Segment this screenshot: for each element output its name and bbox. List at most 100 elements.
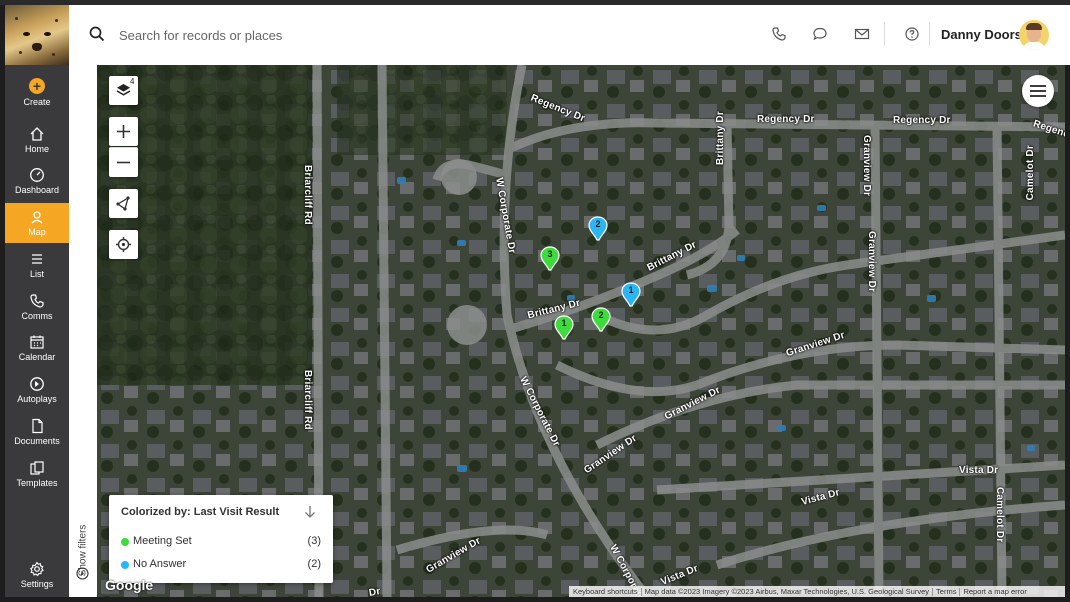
sidebar-item-comms[interactable]: Comms	[5, 293, 69, 321]
arrow-down-icon[interactable]	[304, 505, 316, 519]
sidebar-item-label: Map	[28, 227, 46, 237]
street-label: Vista Dr	[959, 465, 999, 476]
terms-link[interactable]: Terms	[936, 587, 956, 596]
phone-icon	[30, 294, 44, 308]
sidebar-item-documents[interactable]: Documents	[5, 418, 69, 446]
chat-icon[interactable]	[812, 26, 828, 42]
sidebar-item-label: List	[29, 269, 44, 279]
search-icon[interactable]	[89, 26, 105, 42]
search-input[interactable]	[119, 24, 439, 46]
autoplay-icon	[30, 377, 44, 391]
street-label: Brittany Dr	[715, 111, 726, 165]
document-icon	[32, 418, 43, 434]
pin-label: 2	[598, 310, 604, 320]
legend-item-label: Meeting Set	[133, 535, 192, 547]
logo-spot	[19, 51, 22, 54]
polygon-draw-icon	[116, 196, 130, 211]
sidebar-item-calendar[interactable]: Calendar	[5, 334, 69, 362]
my-location-button[interactable]	[109, 230, 138, 259]
filters-label-wrap: Show filters	[69, 505, 97, 595]
top-bar: Danny Doors	[69, 5, 1070, 65]
sidebar-item-label: Templates	[16, 478, 58, 488]
sidebar-item-label: Create	[23, 97, 51, 107]
help-icon[interactable]	[904, 26, 920, 42]
logo-spot	[15, 17, 18, 20]
layers-button[interactable]: 4	[109, 76, 138, 105]
logo-spot	[52, 53, 55, 56]
pin-label: 1	[628, 285, 634, 295]
user-name[interactable]: Danny Doors	[941, 27, 1022, 42]
legend-color-dot	[121, 538, 129, 546]
layer-count-badge: 4	[130, 77, 135, 86]
map-pin[interactable]: 3	[540, 246, 560, 272]
home-icon	[30, 127, 44, 141]
map-menu-button[interactable]	[1022, 75, 1054, 107]
logo-eye-right	[44, 32, 51, 36]
pin-label: 1	[561, 318, 567, 328]
street-label: Dr	[368, 586, 382, 597]
street-label: Regency Dr	[893, 115, 951, 126]
map-pin[interactable]: 2	[588, 216, 608, 242]
gauge-icon	[30, 168, 44, 182]
sidebar-item-autoplays[interactable]: Autoplays	[5, 376, 69, 404]
sidebar-item-map[interactable]: Map	[5, 203, 69, 243]
divider	[929, 22, 930, 46]
plus-icon	[117, 125, 130, 138]
street-label: Briarcliff Rd	[302, 165, 313, 225]
avatar-hair	[1026, 23, 1042, 30]
google-logo: Google	[105, 577, 154, 593]
legend-item-count: (2)	[307, 558, 321, 570]
app-logo[interactable]	[5, 5, 69, 65]
map-attribution-bar: Keyboard shortcuts Map data ©2023 Imagery…	[569, 586, 1065, 597]
logo-spot	[55, 19, 58, 22]
street-label: Briarcliff Rd	[302, 370, 313, 430]
satellite-map[interactable]: Regency Dr Regency Dr Regency Dr Regency…	[97, 65, 1065, 597]
sidebar-item-label: Settings	[20, 579, 54, 589]
legend-item-count: (3)	[307, 535, 321, 547]
pin-label: 3	[547, 249, 553, 259]
avatar-shirt	[1023, 42, 1045, 50]
mail-icon[interactable]	[854, 26, 870, 42]
divider	[959, 588, 961, 597]
map-legend: Colorized by: Last Visit Result Meeting …	[109, 495, 333, 583]
expand-filters-icon[interactable]	[76, 567, 89, 580]
logo-eye-left	[23, 32, 30, 36]
map-pin[interactable]: 1	[621, 282, 641, 308]
keyboard-shortcuts-link[interactable]: Keyboard shortcuts	[573, 587, 638, 596]
phone-icon[interactable]	[771, 26, 787, 42]
zoom-in-button[interactable]	[109, 117, 138, 146]
divider	[884, 22, 885, 46]
sidebar-item-label: Comms	[21, 311, 53, 321]
sidebar-item-create[interactable]: + Create	[5, 78, 69, 110]
sidebar-item-dashboard[interactable]: Dashboard	[5, 167, 69, 195]
hamburger-icon	[1030, 85, 1046, 97]
calendar-icon	[30, 335, 44, 349]
street-label: Granview Dr	[861, 135, 872, 197]
draw-area-button[interactable]	[109, 189, 138, 218]
sidebar-item-templates[interactable]: Templates	[5, 460, 69, 488]
map-pin-icon	[31, 211, 43, 224]
zoom-out-button[interactable]	[109, 147, 138, 177]
avatar[interactable]	[1019, 20, 1049, 50]
sidebar-item-label: Documents	[14, 436, 60, 446]
map-pin[interactable]: 1	[554, 315, 574, 341]
report-map-error-link[interactable]: Report a map error	[963, 587, 1026, 596]
sidebar-item-list[interactable]: List	[5, 251, 69, 279]
list-icon	[32, 254, 42, 264]
legend-color-dot	[121, 561, 129, 569]
plus-icon: +	[29, 78, 45, 94]
sidebar-item-home[interactable]: Home	[5, 126, 69, 154]
map-data-credit: Map data ©2023 Imagery ©2023 Airbus, Max…	[644, 587, 930, 596]
templates-icon	[30, 461, 44, 475]
sidebar-item-label: Autoplays	[17, 394, 57, 404]
crosshair-icon	[116, 237, 131, 252]
logo-snout	[32, 43, 42, 51]
map-pin[interactable]: 2	[591, 307, 611, 333]
sidebar-item-label: Dashboard	[14, 185, 60, 195]
pin-label: 2	[595, 219, 601, 229]
street-label: Granview Dr	[866, 231, 877, 293]
divider	[640, 588, 642, 597]
street-label: Regency Dr	[757, 114, 815, 125]
filters-panel-toggle[interactable]: Show filters	[69, 65, 97, 597]
sidebar-item-settings[interactable]: Settings	[5, 561, 69, 589]
